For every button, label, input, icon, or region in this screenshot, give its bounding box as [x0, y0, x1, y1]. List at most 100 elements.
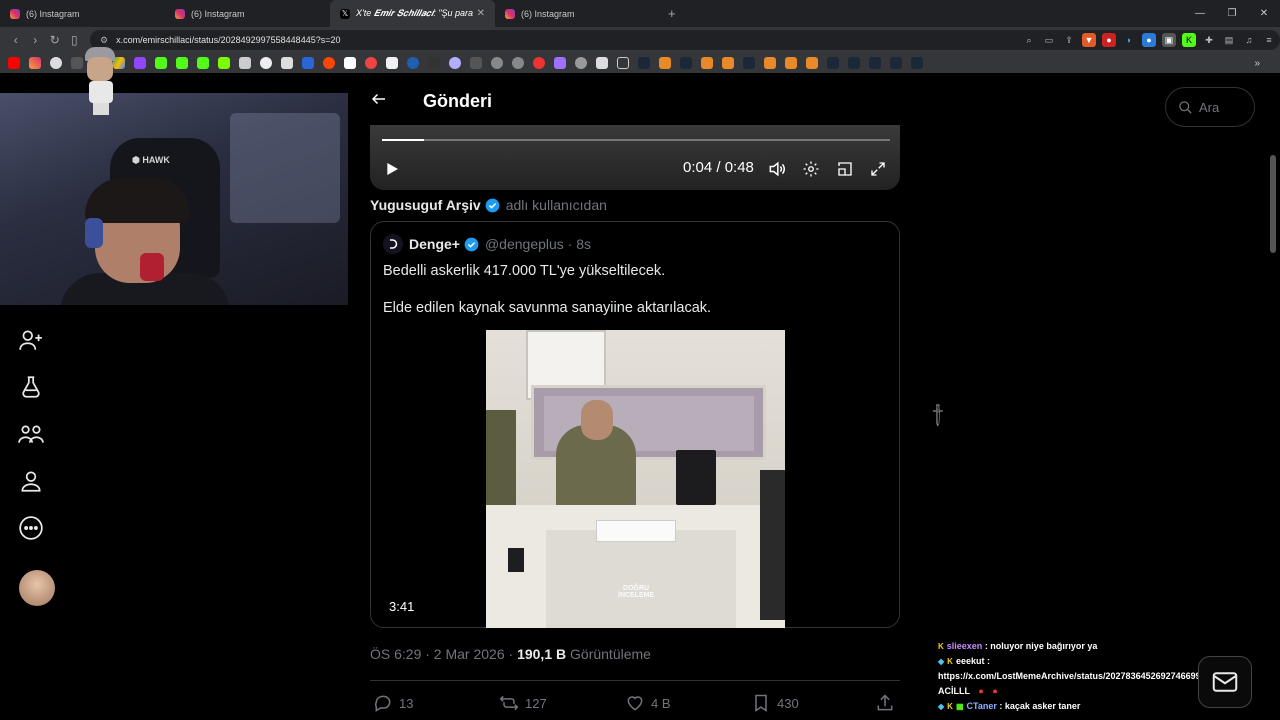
steam-bookmark-icon[interactable]: [911, 57, 923, 69]
fullscreen-icon[interactable]: [867, 158, 889, 180]
cast-icon[interactable]: ▭: [1042, 33, 1056, 47]
steam-bookmark-icon[interactable]: [848, 57, 860, 69]
search-input[interactable]: Ara: [1165, 87, 1255, 127]
repost-button[interactable]: 127: [499, 693, 547, 713]
back-nav-icon[interactable]: ‹: [6, 33, 26, 47]
playlist-icon[interactable]: ♫: [1242, 33, 1256, 47]
site-bookmark-icon[interactable]: [659, 57, 671, 69]
profile-icon[interactable]: [14, 464, 48, 498]
follow-icon[interactable]: [14, 323, 48, 357]
more-options-icon[interactable]: [14, 511, 48, 545]
site-bookmark-icon[interactable]: [281, 57, 293, 69]
site-bookmark-icon[interactable]: [512, 57, 524, 69]
minimize-icon[interactable]: —: [1184, 0, 1216, 27]
close-tab-icon[interactable]: ✕: [477, 8, 485, 19]
reload-icon[interactable]: ↻: [45, 33, 65, 47]
site-bookmark-icon[interactable]: [365, 57, 377, 69]
quoted-video-thumbnail[interactable]: DOĞRU İNCELEME: [486, 330, 785, 628]
bookmark-button[interactable]: 430: [751, 693, 799, 713]
account-avatar[interactable]: [19, 570, 55, 606]
grok-icon[interactable]: [14, 370, 48, 404]
youtube-bookmark-icon[interactable]: [8, 57, 20, 69]
reddit-bookmark-icon[interactable]: [323, 57, 335, 69]
brave-shield-icon[interactable]: ▼: [1081, 33, 1096, 47]
instagram-bookmark-icon[interactable]: [29, 57, 41, 69]
close-window-icon[interactable]: ✕: [1248, 0, 1280, 27]
twitch-bookmark-icon[interactable]: [134, 57, 146, 69]
settings-icon[interactable]: [800, 158, 822, 180]
steam-bookmark-icon[interactable]: [743, 57, 755, 69]
site-bookmark-icon[interactable]: [470, 57, 482, 69]
site-bookmark-icon[interactable]: [596, 57, 608, 69]
site-bookmark-icon[interactable]: [218, 57, 230, 69]
extension-icon[interactable]: ●: [1101, 33, 1116, 47]
denge-avatar-icon[interactable]: [383, 234, 403, 254]
play-icon[interactable]: [384, 161, 400, 182]
site-bookmark-icon[interactable]: [239, 57, 251, 69]
quoted-author-name[interactable]: Denge+: [409, 236, 460, 252]
site-bookmark-icon[interactable]: [428, 57, 440, 69]
picture-in-picture-icon[interactable]: [834, 158, 856, 180]
extensions-icon[interactable]: ✚: [1202, 33, 1216, 47]
kick-bookmark-icon[interactable]: [197, 57, 209, 69]
steam-bookmark-icon[interactable]: [638, 57, 650, 69]
site-bookmark-icon[interactable]: [764, 57, 776, 69]
like-button[interactable]: 4 B: [625, 693, 671, 713]
bookmark-page-icon[interactable]: ▯: [65, 33, 85, 47]
kick-extension-icon[interactable]: K: [1181, 33, 1196, 47]
tab-instagram-1[interactable]: (6) Instagram: [0, 0, 165, 27]
site-bookmark-icon[interactable]: [71, 57, 83, 69]
share-button[interactable]: [875, 693, 901, 713]
quoted-post-card[interactable]: Denge+ @dengeplus · 8s Bedelli askerlik …: [370, 221, 900, 628]
site-bookmark-icon[interactable]: [806, 57, 818, 69]
share-icon[interactable]: ⇪: [1062, 33, 1076, 47]
tab-instagram-3[interactable]: (6) Instagram: [495, 0, 660, 27]
new-tab-button[interactable]: +: [668, 6, 676, 21]
address-bar[interactable]: ⚙ x.com/emirschillaci/status/20284929975…: [90, 30, 1280, 50]
folder-bookmark-icon[interactable]: [617, 57, 629, 69]
restore-icon[interactable]: ❐: [1216, 0, 1248, 27]
zoom-icon[interactable]: ⌕: [1022, 33, 1036, 47]
site-bookmark-icon[interactable]: [302, 57, 314, 69]
extension-icon[interactable]: ▣: [1161, 33, 1176, 47]
site-bookmark-icon[interactable]: [701, 57, 713, 69]
retweeter-name[interactable]: Yugusuguf Arşiv: [370, 197, 481, 213]
steam-bookmark-icon[interactable]: [827, 57, 839, 69]
site-bookmark-icon[interactable]: [491, 57, 503, 69]
steam-bookmark-icon[interactable]: [869, 57, 881, 69]
site-bookmark-icon[interactable]: [785, 57, 797, 69]
reply-button[interactable]: 13: [373, 693, 413, 713]
tab-x-post[interactable]: 𝕏 X'te 𝑬𝒎𝒊𝒓 𝑺𝒄𝒉𝒊𝒍𝒍𝒂𝒄𝒊: "Şu para ✕: [330, 0, 495, 27]
site-bookmark-icon[interactable]: [50, 57, 62, 69]
forward-nav-icon[interactable]: ›: [26, 33, 46, 47]
video-progress-bar[interactable]: [382, 139, 890, 141]
site-bookmark-icon[interactable]: [722, 57, 734, 69]
post-timestamp[interactable]: ÖS 6:29 · 2 Mar 2026 ·: [370, 646, 517, 662]
audio-icon[interactable]: ◗: [1122, 33, 1136, 47]
back-arrow-icon[interactable]: [370, 90, 390, 113]
page-scrollbar[interactable]: [1270, 155, 1276, 253]
volume-icon[interactable]: [766, 158, 788, 180]
tab-instagram-2[interactable]: (6) Instagram: [165, 0, 330, 27]
site-bookmark-icon[interactable]: [344, 57, 356, 69]
site-bookmark-icon[interactable]: [554, 57, 566, 69]
site-bookmark-icon[interactable]: [575, 57, 587, 69]
site-bookmark-icon[interactable]: [449, 57, 461, 69]
site-bookmark-icon[interactable]: [386, 57, 398, 69]
site-bookmark-icon[interactable]: [533, 57, 545, 69]
communities-icon[interactable]: [14, 417, 48, 451]
instagram-icon: [10, 8, 20, 19]
quoted-post-header: Denge+ @dengeplus · 8s: [383, 234, 591, 254]
kick-bookmark-icon[interactable]: [176, 57, 188, 69]
kick-bookmark-icon[interactable]: [155, 57, 167, 69]
site-bookmark-icon[interactable]: [260, 57, 272, 69]
steam-bookmark-icon[interactable]: [890, 57, 902, 69]
steam-bookmark-icon[interactable]: [680, 57, 692, 69]
sidebar-icon[interactable]: ▤: [1222, 33, 1236, 47]
site-settings-icon[interactable]: ⚙: [100, 35, 108, 46]
more-bookmarks-icon[interactable]: »: [1254, 58, 1260, 69]
extension-icon[interactable]: ●: [1141, 33, 1156, 47]
site-bookmark-icon[interactable]: [407, 57, 419, 69]
menu-icon[interactable]: ≡: [1262, 33, 1276, 47]
messages-button[interactable]: [1198, 656, 1252, 708]
